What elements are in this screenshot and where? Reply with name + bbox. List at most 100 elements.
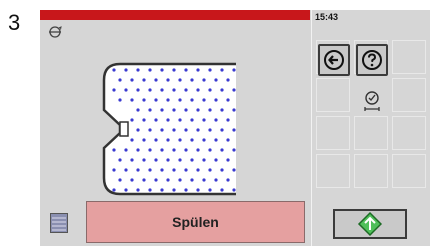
particle-dot xyxy=(178,158,182,162)
particle-dot xyxy=(232,88,236,92)
particle-dot xyxy=(226,158,230,162)
start-button[interactable] xyxy=(333,209,407,239)
particle-dot xyxy=(160,168,164,172)
particle-dot xyxy=(214,118,218,122)
rinse-button-label: Spülen xyxy=(172,214,219,230)
particle-dot xyxy=(112,68,116,72)
particle-dot xyxy=(130,138,134,142)
start-diamond-icon xyxy=(357,211,383,237)
particle-dot xyxy=(190,78,194,82)
particle-dot xyxy=(148,188,152,192)
particle-dot xyxy=(166,98,170,102)
clock-time: 15:43 xyxy=(315,12,339,22)
particle-dot xyxy=(202,78,206,82)
particle-dot xyxy=(184,68,188,72)
particle-dot xyxy=(130,78,134,82)
particle-dot xyxy=(178,138,182,142)
particle-dot xyxy=(142,98,146,102)
particle-dot xyxy=(172,108,176,112)
particle-dot xyxy=(184,88,188,92)
particle-dot xyxy=(196,188,200,192)
grid-cell xyxy=(354,116,388,150)
particle-dot xyxy=(142,158,146,162)
device-screen: 15:43 Spülen xyxy=(40,10,430,246)
particle-dot xyxy=(208,128,212,132)
particle-dot xyxy=(124,88,128,92)
particle-dot xyxy=(220,68,224,72)
particle-dot xyxy=(166,118,170,122)
grid-cell xyxy=(316,154,350,188)
particle-dot xyxy=(172,68,176,72)
particle-dot xyxy=(124,148,128,152)
particle-dot xyxy=(148,68,152,72)
question-icon xyxy=(362,50,382,70)
particle-dot xyxy=(202,98,206,102)
particle-dot xyxy=(166,138,170,142)
back-arrow-icon xyxy=(324,50,344,70)
particle-dot xyxy=(130,118,134,122)
step-number: 3 xyxy=(8,10,21,35)
particle-dot xyxy=(208,68,212,72)
particle-dot xyxy=(226,78,230,82)
particle-dot xyxy=(226,178,230,182)
particle-dot xyxy=(154,138,158,142)
particle-dot xyxy=(136,108,140,112)
particle-dot xyxy=(112,188,116,192)
particle-dot xyxy=(166,158,170,162)
particle-dot xyxy=(202,178,206,182)
particle-dot xyxy=(112,168,116,172)
particle-dot xyxy=(214,178,218,182)
particle-dot xyxy=(190,158,194,162)
particle-dot xyxy=(214,98,218,102)
particle-dot xyxy=(190,138,194,142)
particle-dot xyxy=(196,148,200,152)
particle-dot xyxy=(232,128,236,132)
program-list-icon[interactable] xyxy=(50,213,68,233)
particle-dot xyxy=(148,148,152,152)
particle-dot xyxy=(196,88,200,92)
particle-dot xyxy=(172,128,176,132)
particle-dot xyxy=(148,128,152,132)
particle-dot xyxy=(184,168,188,172)
particle-dot xyxy=(232,148,236,152)
particle-dot xyxy=(226,138,230,142)
particle-dot xyxy=(130,158,134,162)
particle-dot xyxy=(142,78,146,82)
back-button[interactable] xyxy=(318,44,350,76)
status-bar xyxy=(40,10,310,20)
particle-dot xyxy=(112,88,116,92)
particle-dot xyxy=(160,68,164,72)
help-button[interactable] xyxy=(356,44,388,76)
timer-icon[interactable] xyxy=(362,90,382,112)
particle-dot xyxy=(124,168,128,172)
particle-dot xyxy=(232,68,236,72)
particle-dot xyxy=(160,88,164,92)
particle-dot xyxy=(160,188,164,192)
particle-dot xyxy=(190,118,194,122)
particle-dot xyxy=(112,148,116,152)
particle-dot xyxy=(214,138,218,142)
particle-dot xyxy=(172,168,176,172)
particle-dot xyxy=(160,148,164,152)
particle-dot xyxy=(214,158,218,162)
particle-dot xyxy=(190,178,194,182)
particle-dot xyxy=(214,78,218,82)
particle-dot xyxy=(196,68,200,72)
particle-dot xyxy=(220,128,224,132)
grid-cell xyxy=(316,116,350,150)
particle-dot xyxy=(226,118,230,122)
particle-dot xyxy=(220,108,224,112)
particle-dot xyxy=(130,178,134,182)
particle-dot xyxy=(124,188,128,192)
particle-dot xyxy=(136,88,140,92)
particle-dot xyxy=(232,188,236,192)
particle-dot xyxy=(208,148,212,152)
particle-dot xyxy=(220,168,224,172)
particle-dot xyxy=(196,168,200,172)
particle-dot xyxy=(154,78,158,82)
particle-dot xyxy=(208,88,212,92)
grid-cell xyxy=(392,40,426,74)
rinse-button[interactable]: Spülen xyxy=(86,201,305,243)
particle-dot xyxy=(118,98,122,102)
panel-divider xyxy=(311,10,312,246)
